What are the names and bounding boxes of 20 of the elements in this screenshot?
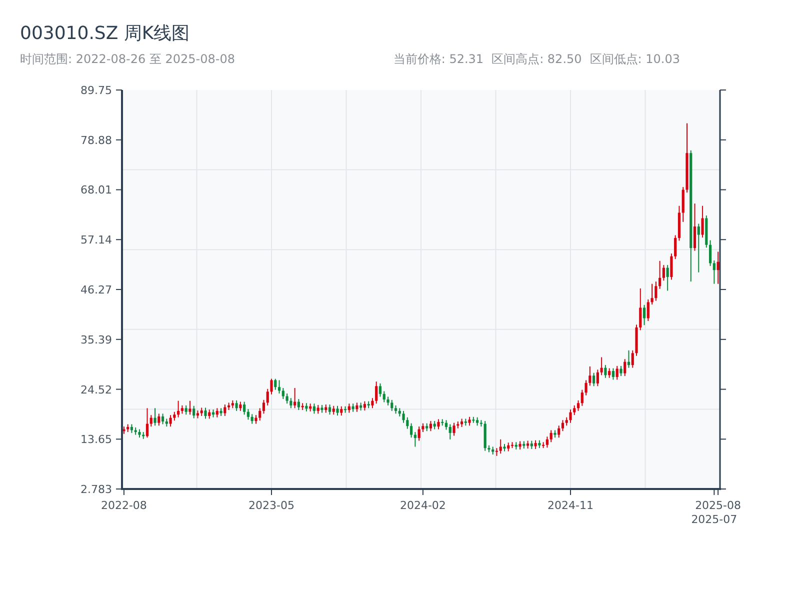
y-tick-label: 35.39 <box>80 333 112 346</box>
y-tick-label: 2.783 <box>80 483 112 496</box>
stat-label: 区间高点: 82.50 <box>492 51 582 68</box>
x-tick-label: 2022-08 <box>100 499 147 512</box>
y-tick-label: 13.65 <box>80 433 112 446</box>
y-tick-label: 68.01 <box>80 184 112 197</box>
x-tick-label: 2024-11 <box>548 499 594 512</box>
time-range: 时间范围: 2022-08-26 至 2025-08-08 <box>20 51 235 68</box>
y-tick-label: 57.14 <box>80 234 112 247</box>
x-tick-label: 2025-08 <box>695 499 742 512</box>
stat-label: 当前价格: 52.31 <box>393 51 484 68</box>
y-tick-label: 78.88 <box>80 134 112 147</box>
y-tick-label: 46.27 <box>80 283 112 296</box>
x-tick-label: 2025-07 <box>691 513 738 526</box>
y-tick-label: 24.52 <box>80 383 112 396</box>
chart-title: 003010.SZ 周K线图 <box>20 22 191 46</box>
y-tick-label: 89.75 <box>80 84 112 97</box>
stat-label: 区间低点: 10.03 <box>590 51 680 68</box>
x-tick-label: 2023-05 <box>248 499 294 512</box>
x-tick-label: 2024-02 <box>400 499 446 512</box>
